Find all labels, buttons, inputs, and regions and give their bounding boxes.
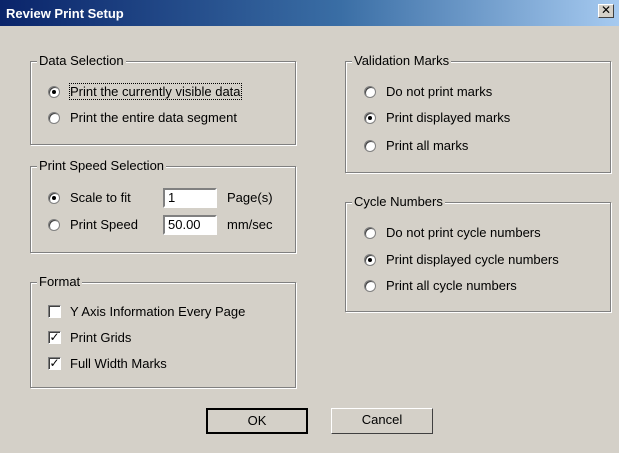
checkbox-label: Y Axis Information Every Page: [70, 304, 246, 319]
radio-label: Do not print marks: [386, 84, 493, 99]
checkbox-indicator: ✓: [48, 330, 61, 344]
radio-label: Scale to fit: [70, 190, 131, 205]
radio-indicator: [364, 227, 376, 239]
radio-label: Print all cycle numbers: [386, 278, 517, 293]
radio-indicator: [364, 280, 376, 292]
checkbox-indicator: ✓: [48, 356, 61, 370]
data-selection-legend: Data Selection: [37, 53, 126, 68]
radio-indicator: [48, 86, 60, 98]
cycle-numbers-group: Cycle Numbers Do not print cycle numbers…: [345, 194, 611, 312]
radio-indicator: [48, 112, 60, 124]
format-legend: Format: [37, 274, 83, 289]
print-speed-legend: Print Speed Selection: [37, 158, 167, 173]
checkbox-label: Print Grids: [70, 330, 132, 345]
close-icon: ✕: [600, 3, 612, 17]
radio-label: Print Speed: [70, 217, 138, 232]
cancel-button[interactable]: Cancel: [331, 408, 433, 434]
cycle-numbers-legend: Cycle Numbers: [352, 194, 445, 209]
speed-unit-label: mm/sec: [227, 217, 273, 232]
pages-unit-label: Page(s): [227, 190, 273, 205]
checkbox-indicator: [48, 305, 61, 318]
radio-indicator: [364, 112, 376, 124]
radio-indicator: [364, 140, 376, 152]
title-bar: Review Print Setup ✕: [0, 0, 619, 26]
ok-button[interactable]: OK: [206, 408, 308, 434]
checkbox-label: Full Width Marks: [70, 356, 167, 371]
print-speed-group: Print Speed Selection Scale to fit 1 Pag…: [30, 158, 296, 253]
validation-marks-group: Validation Marks Do not print marks Prin…: [345, 53, 611, 173]
radio-indicator: [48, 219, 60, 231]
radio-label: Do not print cycle numbers: [386, 225, 541, 240]
data-selection-group: Data Selection Print the currently visib…: [30, 53, 296, 145]
validation-marks-legend: Validation Marks: [352, 53, 452, 68]
radio-label: Print all marks: [386, 138, 469, 153]
radio-label: Print displayed cycle numbers: [386, 252, 559, 267]
radio-label: Print the entire data segment: [70, 110, 237, 125]
format-group: Format Y Axis Information Every Page ✓ P…: [30, 274, 296, 388]
speed-input[interactable]: 50.00: [163, 215, 217, 235]
pages-input[interactable]: 1: [163, 188, 217, 208]
radio-label: Print the currently visible data: [69, 83, 242, 100]
radio-indicator: [48, 192, 60, 204]
close-button[interactable]: ✕: [598, 4, 614, 18]
window-title: Review Print Setup: [6, 6, 124, 21]
radio-label: Print displayed marks: [386, 110, 511, 125]
radio-indicator: [364, 86, 376, 98]
radio-indicator: [364, 254, 376, 266]
